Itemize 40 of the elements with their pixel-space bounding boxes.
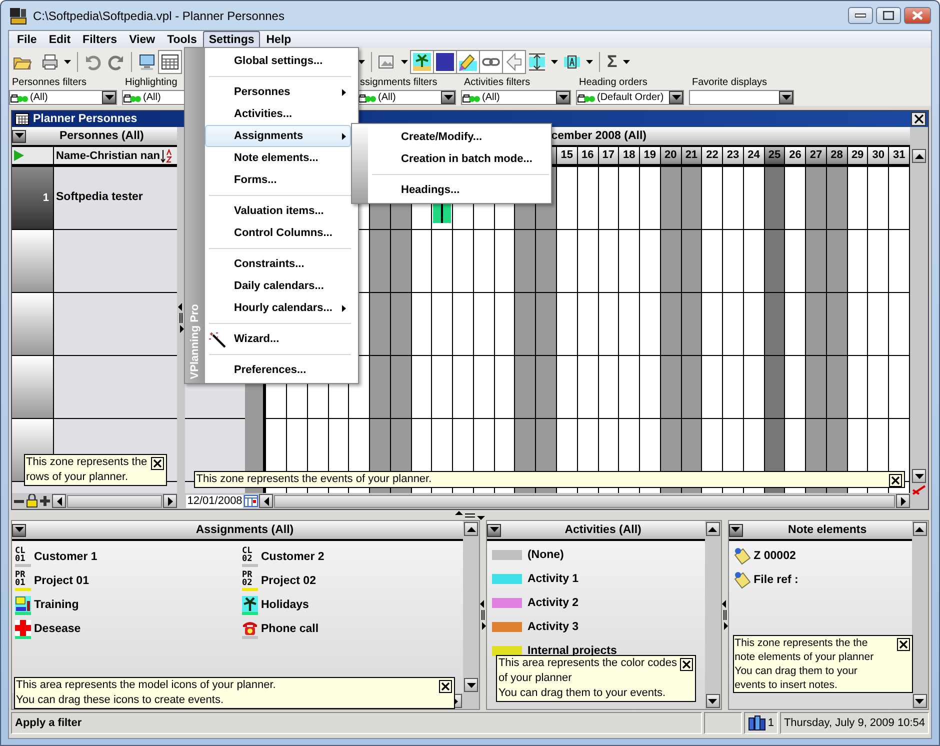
status-message: Apply a filter	[11, 712, 702, 734]
day-header: 29	[848, 147, 868, 164]
day-header: 25	[764, 147, 786, 164]
filter-label: ssignments filters	[359, 76, 438, 90]
hint-text: This zone represents the the note elements of your planner You can drag them to your events to insert notes.	[734, 637, 874, 691]
user-count: 1	[768, 717, 774, 729]
day-header: 16	[578, 147, 598, 164]
filter-label: Favorite displays	[691, 76, 768, 90]
day-header: 19	[640, 147, 661, 164]
day-header: 17	[598, 147, 620, 164]
day-header: 20	[660, 147, 682, 164]
filter-label: Highlighting	[124, 76, 178, 90]
day-header: 24	[744, 147, 765, 164]
day-header: 27	[806, 147, 827, 164]
day-header: 28	[826, 147, 848, 164]
row-name: Softpedia tester	[55, 190, 144, 205]
panel-title: Personnes (All)	[58, 130, 145, 142]
calendar-title: cember 2008 (All)	[551, 130, 646, 142]
day-header: 15	[556, 147, 578, 164]
day-header: 18	[619, 147, 640, 164]
panel-title: Assignments (All)	[194, 524, 295, 536]
day-header: 31	[889, 147, 910, 164]
hint-text: This area represents the model icons of your planner. You can drag these icons to create events.	[16, 679, 276, 706]
day-header: 26	[785, 147, 806, 164]
brand-strip-text: VPlanning Pro	[189, 304, 201, 379]
panel-title: Note elements	[787, 524, 868, 536]
day-header: 30	[868, 147, 890, 164]
window-title: C:\Softpedia\Softpedia.vpl - Planner Personnes	[33, 8, 286, 22]
day-header: 23	[723, 147, 744, 164]
filter-label: Activities filters	[463, 76, 532, 90]
panel-title: Activities (All)	[564, 524, 642, 536]
hint-text: This area represents the color codes of your planner You can drag them to your events.	[498, 657, 677, 699]
filter-label: Heading orders	[578, 76, 648, 90]
hint-text: This zone represents the events of your planner.	[196, 473, 432, 485]
day-header: 21	[682, 147, 702, 164]
day-header: 22	[702, 147, 724, 164]
hint-text: This zone represents the rows of your planner.	[26, 456, 148, 483]
planner-title: Planner Personnes	[33, 113, 138, 125]
filter-label: Personnes filters	[11, 76, 88, 90]
status-datetime: Thursday, July 9, 2009 10:54	[780, 712, 929, 734]
